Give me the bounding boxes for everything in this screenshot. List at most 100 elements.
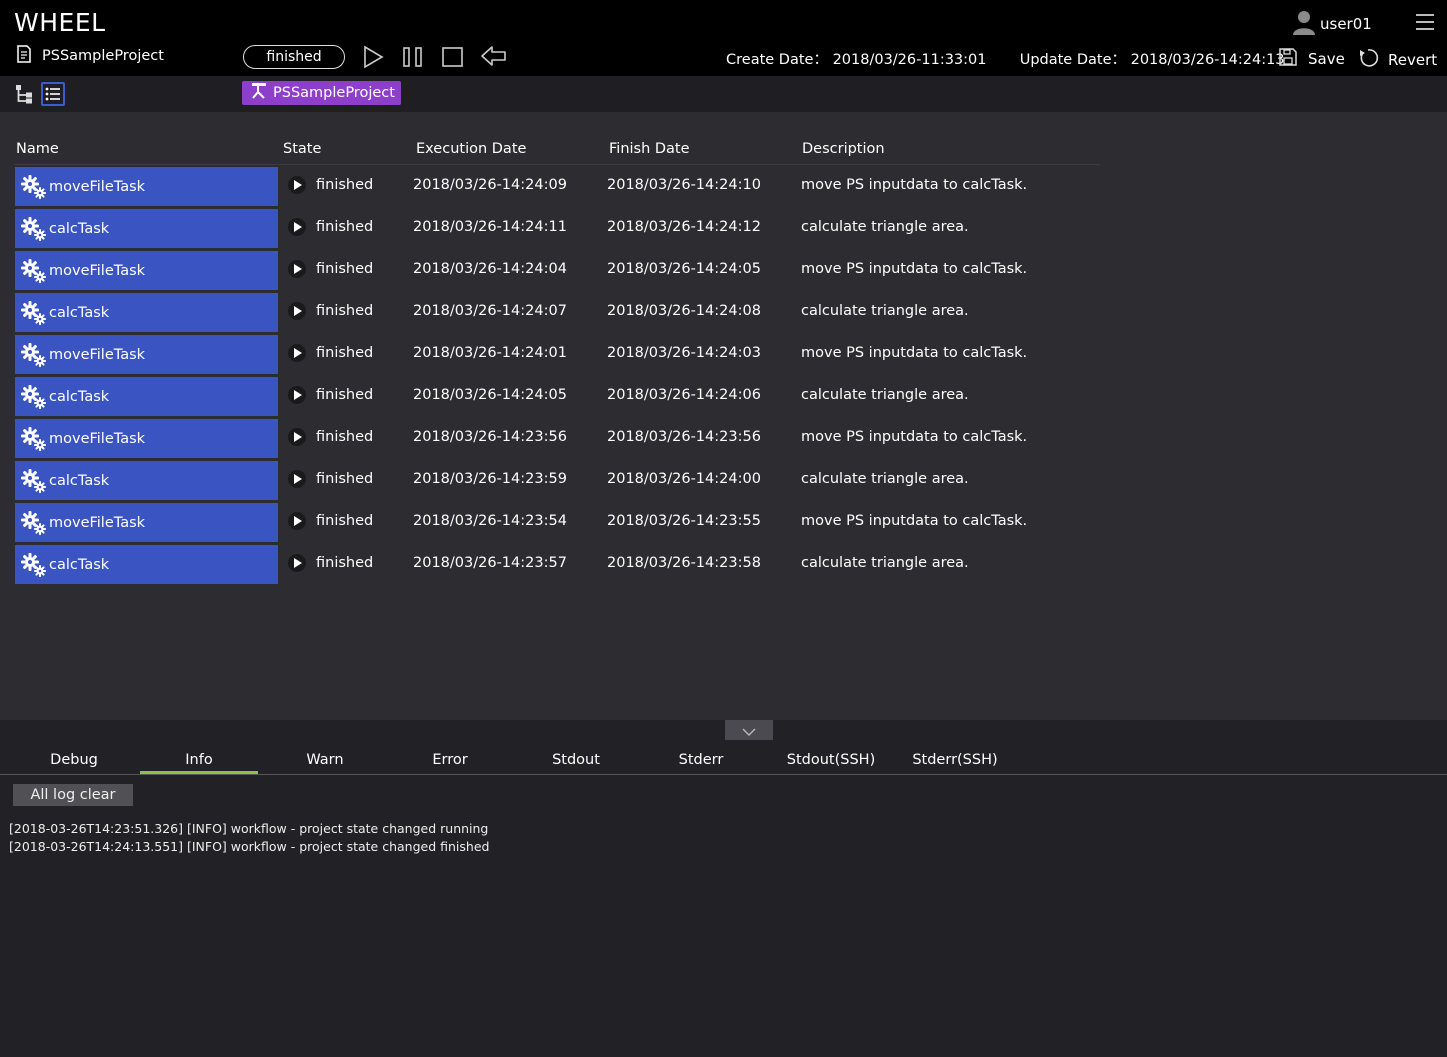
task-name: calcTask [49,304,110,321]
play-icon[interactable] [288,554,306,572]
log-tab-debug[interactable]: Debug [14,752,134,768]
stop-icon[interactable] [441,45,465,69]
task-name-button[interactable]: calcTask [15,377,278,416]
task-description: calculate triangle area. [801,387,969,403]
play-icon[interactable] [288,470,306,488]
task-description: move PS inputdata to calcTask. [801,261,1028,277]
project-name: PSSampleProject [16,45,164,67]
return-icon[interactable] [480,45,506,69]
task-state: finished [316,429,374,445]
play-icon[interactable] [288,386,306,404]
log-tab-warn[interactable]: Warn [265,752,385,768]
log-line: [2018-03-26T14:24:13.551] [INFO] workflo… [9,839,490,854]
all-log-clear-button[interactable]: All log clear [13,784,133,806]
log-output: [2018-03-26T14:23:51.326] [INFO] workflo… [9,820,489,856]
task-execution-date: 2018/03/26-14:23:57 [413,555,567,571]
task-execution-date: 2018/03/26-14:23:54 [413,513,567,529]
task-name: calcTask [49,556,110,573]
play-icon[interactable] [288,218,306,236]
chevron-down-icon [742,721,756,740]
task-name-button[interactable]: calcTask [15,209,278,248]
table-row: moveFileTask finished 2018/03/26-14:23:56 2… [0,418,1447,460]
table-row: moveFileTask finished 2018/03/26-14:24:09 2… [0,166,1447,208]
task-name: moveFileTask [49,514,146,531]
task-state: finished [316,513,374,529]
pause-icon[interactable] [401,45,425,69]
task-finish-date: 2018/03/26-14:24:12 [607,219,761,235]
user-menu[interactable]: user01 [1292,9,1372,39]
play-icon[interactable] [288,512,306,530]
graph-view-icon[interactable] [12,82,36,106]
task-name: calcTask [49,220,110,237]
table-row: calcTask finished 2018/03/26-14:23:57 2018/… [0,544,1447,586]
create-date: 2018/03/26-11:33:01 [832,52,987,68]
task-finish-date: 2018/03/26-14:23:56 [607,429,761,445]
task-name-button[interactable]: moveFileTask [15,335,278,374]
task-name: calcTask [49,472,110,489]
task-execution-date: 2018/03/26-14:23:59 [413,471,567,487]
table-row: moveFileTask finished 2018/03/26-14:24:01 2… [0,334,1447,376]
list-view-icon[interactable] [41,82,65,106]
play-icon[interactable] [288,428,306,446]
task-state: finished [316,261,374,277]
gear-icon [20,384,48,410]
save-label: Save [1308,50,1345,68]
log-tab-info[interactable]: Info [139,752,259,768]
revert-button[interactable]: Revert [1357,47,1437,73]
revert-label: Revert [1388,51,1438,69]
task-execution-date: 2018/03/26-14:24:09 [413,177,567,193]
log-tab-stderr-ssh[interactable]: Stderr(SSH) [895,752,1015,768]
table-row: calcTask finished 2018/03/26-14:24:07 2018/… [0,292,1447,334]
task-execution-date: 2018/03/26-14:24:11 [413,219,567,235]
task-description: move PS inputdata to calcTask. [801,513,1028,529]
gear-icon [20,174,48,200]
workflow-icon [250,82,268,104]
breadcrumb[interactable]: PSSampleProject [242,81,401,105]
breadcrumb-label: PSSampleProject [273,85,395,101]
document-icon [16,45,32,67]
task-finish-date: 2018/03/26-14:24:08 [607,303,761,319]
play-icon[interactable] [288,176,306,194]
task-name: moveFileTask [49,430,146,447]
log-tab-stdout[interactable]: Stdout [516,752,636,768]
gear-icon [20,552,48,578]
log-tab-error[interactable]: Error [390,752,510,768]
task-name-button[interactable]: moveFileTask [15,503,278,542]
log-tab-stderr[interactable]: Stderr [641,752,761,768]
task-state: finished [316,345,374,361]
task-description: move PS inputdata to calcTask. [801,345,1028,361]
task-name: calcTask [49,388,110,405]
task-state: finished [316,471,374,487]
task-name-button[interactable]: moveFileTask [15,251,278,290]
task-finish-date: 2018/03/26-14:24:03 [607,345,761,361]
view-toolbar [0,76,1447,112]
log-tab-stdout-ssh[interactable]: Stdout(SSH) [771,752,891,768]
task-name-button[interactable]: calcTask [15,461,278,500]
save-button[interactable]: Save [1278,47,1345,71]
task-execution-date: 2018/03/26-14:23:56 [413,429,567,445]
task-name-button[interactable]: calcTask [15,545,278,584]
task-description: calculate triangle area. [801,555,969,571]
create-date-label: Create Date： [726,52,828,68]
task-name-button[interactable]: moveFileTask [15,419,278,458]
task-name-button[interactable]: moveFileTask [15,167,278,206]
table-row: calcTask finished 2018/03/26-14:23:59 2018/… [0,460,1447,502]
gear-icon [20,216,48,242]
collapse-log-button[interactable] [725,720,773,740]
play-icon[interactable] [288,302,306,320]
play-icon[interactable] [288,260,306,278]
project-dates: Create Date： 2018/03/26-11:33:01 Update … [726,48,1285,69]
menu-icon[interactable] [1416,14,1434,35]
task-finish-date: 2018/03/26-14:23:58 [607,555,761,571]
update-date: 2018/03/26-14:24:13 [1130,52,1285,68]
play-icon[interactable] [288,344,306,362]
task-name: moveFileTask [49,262,146,279]
revert-icon [1357,47,1379,73]
app-title: WHEEL [14,8,106,37]
column-header-description: Description [802,141,885,157]
gear-icon [20,342,48,368]
task-name-button[interactable]: calcTask [15,293,278,332]
table-row: moveFileTask finished 2018/03/26-14:23:54 2… [0,502,1447,544]
play-icon[interactable] [361,45,385,69]
tabs-divider [0,774,1447,775]
